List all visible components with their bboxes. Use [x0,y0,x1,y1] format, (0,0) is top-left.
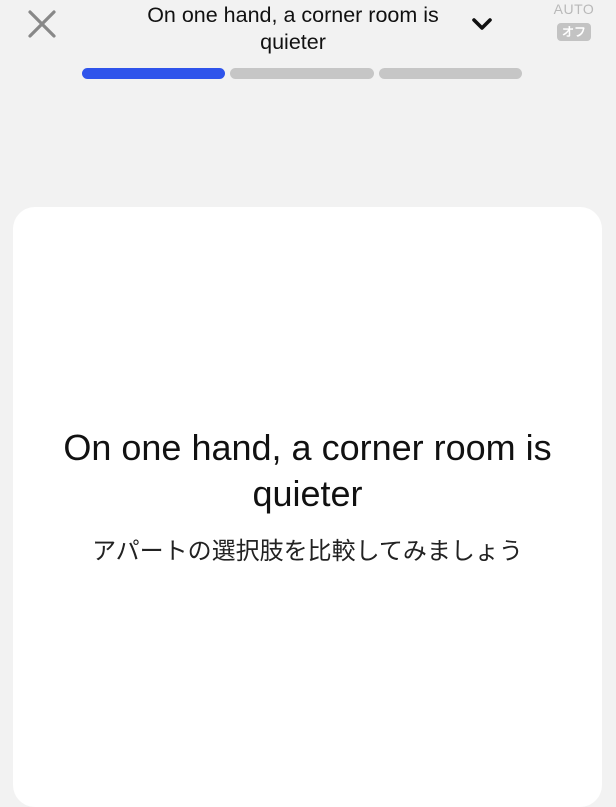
flashcard-content: On one hand, a corner room is quieter アパ… [13,425,602,567]
auto-state-badge: オフ [556,23,591,41]
chevron-down-icon [472,18,492,30]
close-button[interactable] [22,4,62,44]
close-icon [28,10,56,38]
english-sentence: On one hand, a corner room is quieter [63,427,552,514]
progress-bar [82,68,522,79]
progress-segment-3 [378,68,522,79]
progress-segment-2 [230,68,374,79]
auto-play-toggle[interactable]: AUTO オフ [550,0,598,41]
flashcard[interactable]: On one hand, a corner room is quieter アパ… [13,207,602,807]
auto-label: AUTO [553,1,595,17]
progress-segment-1 [82,68,226,79]
phrase-selector[interactable]: On one hand, a corner room is quieter [120,2,496,56]
japanese-translation: アパートの選択肢を比較してみましょう [92,538,523,565]
header-title: On one hand, a corner room is quieter [147,3,439,54]
